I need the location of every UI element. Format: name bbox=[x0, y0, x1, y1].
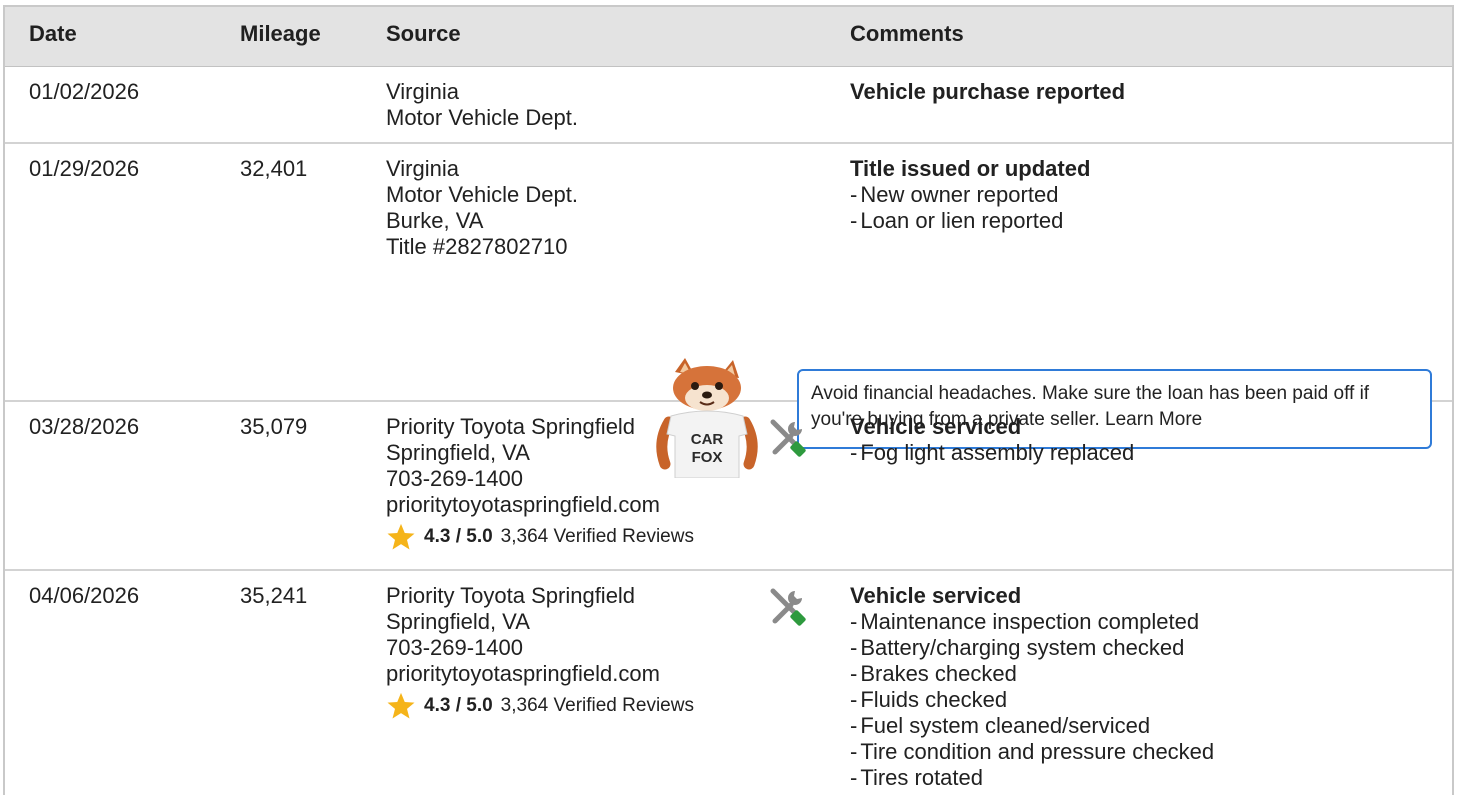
source-phone[interactable]: 703-269-1400 bbox=[386, 635, 694, 661]
rating-score: 4.3 / 5.0 bbox=[424, 526, 493, 547]
row-source: Priority Toyota Springfield Springfield,… bbox=[386, 583, 694, 721]
source-line: Burke, VA bbox=[386, 208, 484, 233]
source-dealer-name: Priority Toyota Springfield bbox=[386, 414, 636, 439]
comment-item: Fluids checked bbox=[850, 687, 1214, 713]
comment-item: Loan or lien reported bbox=[850, 208, 1090, 234]
rating-reviews-count: 3,364 Verified Reviews bbox=[500, 526, 694, 547]
source-location: Springfield, VA bbox=[386, 609, 530, 634]
row-mileage: 35,079 bbox=[240, 414, 308, 439]
table-header: Date Mileage Source Comments bbox=[5, 7, 1452, 67]
comment-title: Vehicle serviced bbox=[850, 414, 1022, 439]
source-website-link[interactable]: prioritytoyotaspringfield.com bbox=[386, 492, 694, 518]
row-date: 01/29/2026 bbox=[29, 156, 140, 181]
table-row: 01/02/2026 Virginia Motor Vehicle Dept. … bbox=[5, 67, 1452, 144]
row-comments: Title issued or updated New owner report… bbox=[850, 156, 1090, 234]
table-row: 04/06/2026 35,241 Priority Toyota Spring… bbox=[5, 571, 1452, 795]
source-website-link[interactable]: prioritytoyotaspringfield.com bbox=[386, 661, 694, 687]
row-comments: Vehicle serviced Maintenance inspection … bbox=[850, 583, 1214, 791]
dealer-rating[interactable]: 4.3 / 5.0 3,364 Verified Reviews bbox=[386, 691, 694, 721]
service-tools-icon bbox=[770, 419, 806, 457]
comment-item: Brakes checked bbox=[850, 661, 1214, 687]
row-date: 04/06/2026 bbox=[29, 583, 140, 608]
row-date: 01/02/2026 bbox=[29, 79, 140, 104]
header-source: Source bbox=[386, 21, 461, 46]
comment-item: Tires rotated bbox=[850, 765, 1214, 791]
row-source: Virginia Motor Vehicle Dept. bbox=[386, 79, 578, 131]
comment-item: Tire condition and pressure checked bbox=[850, 739, 1214, 765]
vehicle-history-table: Date Mileage Source Comments 01/02/2026 … bbox=[3, 5, 1454, 795]
header-date: Date bbox=[29, 21, 77, 46]
source-location: Springfield, VA bbox=[386, 440, 530, 465]
source-phone[interactable]: 703-269-1400 bbox=[386, 466, 694, 492]
row-source: Virginia Motor Vehicle Dept. Burke, VA T… bbox=[386, 156, 578, 260]
comment-title: Vehicle serviced bbox=[850, 583, 1022, 608]
dealer-rating[interactable]: 4.3 / 5.0 3,364 Verified Reviews bbox=[386, 522, 694, 552]
star-icon bbox=[387, 523, 415, 550]
comment-item: Maintenance inspection completed bbox=[850, 609, 1214, 635]
source-line: Motor Vehicle Dept. bbox=[386, 105, 578, 130]
header-comments: Comments bbox=[850, 21, 964, 46]
row-mileage: 32,401 bbox=[240, 156, 308, 181]
source-line: Motor Vehicle Dept. bbox=[386, 182, 578, 207]
comment-item: New owner reported bbox=[850, 182, 1090, 208]
row-mileage: 35,241 bbox=[240, 583, 308, 608]
table-row: 03/28/2026 35,079 Priority Toyota Spring… bbox=[5, 402, 1452, 571]
source-line: Virginia bbox=[386, 79, 459, 104]
comment-item: Fog light assembly replaced bbox=[850, 440, 1134, 466]
source-dealer-name: Priority Toyota Springfield bbox=[386, 583, 636, 608]
source-line: Virginia bbox=[386, 156, 459, 181]
comment-item: Fuel system cleaned/serviced bbox=[850, 713, 1214, 739]
rating-score: 4.3 / 5.0 bbox=[424, 695, 493, 716]
service-tools-icon bbox=[770, 588, 806, 626]
row-comments: Vehicle purchase reported bbox=[850, 79, 1125, 105]
star-icon bbox=[387, 692, 415, 719]
rating-reviews-count: 3,364 Verified Reviews bbox=[500, 695, 694, 716]
comment-item: Battery/charging system checked bbox=[850, 635, 1214, 661]
table-row: 01/29/2026 32,401 Virginia Motor Vehicle… bbox=[5, 144, 1452, 478]
header-mileage: Mileage bbox=[240, 21, 321, 46]
row-date: 03/28/2026 bbox=[29, 414, 140, 439]
source-line: Title #2827802710 bbox=[386, 234, 568, 259]
row-source: Priority Toyota Springfield Springfield,… bbox=[386, 414, 694, 552]
row-comments: Vehicle serviced Fog light assembly repl… bbox=[850, 414, 1134, 466]
comment-title: Vehicle purchase reported bbox=[850, 79, 1126, 104]
comment-title: Title issued or updated bbox=[850, 156, 1091, 181]
